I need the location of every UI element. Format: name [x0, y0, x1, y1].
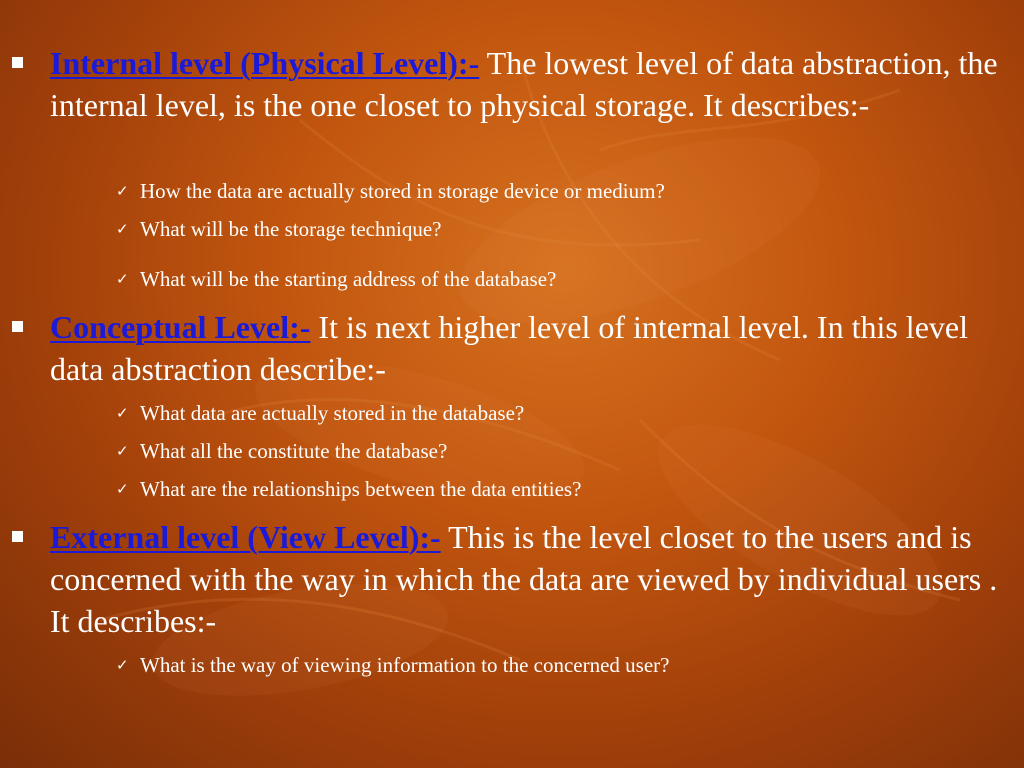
checkmark-icon: ✓ — [116, 442, 129, 460]
slide: Internal level (Physical Level):- The lo… — [0, 0, 1024, 768]
sub-item-text: What will be the storage technique? — [140, 217, 442, 241]
sub-list-internal-level: ✓ How the data are actually stored in st… — [116, 172, 1000, 298]
sub-item-text: What all the constitute the database? — [140, 439, 448, 463]
heading-internal-level: Internal level (Physical Level):- — [50, 45, 480, 81]
checkmark-icon: ✓ — [116, 270, 129, 288]
checkmark-icon: ✓ — [116, 656, 129, 674]
square-bullet-icon — [12, 321, 23, 332]
heading-external-level: External level (View Level):- — [50, 519, 441, 555]
sub-item: ✓ What will be the storage technique? — [116, 210, 1000, 248]
checkmark-icon: ✓ — [116, 480, 129, 498]
sub-item: ✓ What is the way of viewing information… — [116, 646, 1000, 684]
sub-item-text: What are the relationships between the d… — [140, 477, 582, 501]
sub-list-conceptual-level: ✓ What data are actually stored in the d… — [116, 394, 1000, 508]
sub-list-external-level: ✓ What is the way of viewing information… — [116, 646, 1000, 684]
sub-item-text: What will be the starting address of the… — [140, 267, 557, 291]
square-bullet-icon — [12, 531, 23, 542]
bullet-internal-level: Internal level (Physical Level):- The lo… — [12, 42, 1005, 126]
sub-item-text: What is the way of viewing information t… — [140, 653, 670, 677]
sub-item: ✓ What data are actually stored in the d… — [116, 394, 1000, 432]
square-bullet-icon — [12, 57, 23, 68]
checkmark-icon: ✓ — [116, 220, 129, 238]
sub-item: ✓ What all the constitute the database? — [116, 432, 1000, 470]
checkmark-icon: ✓ — [116, 182, 129, 200]
bullet-conceptual-level: Conceptual Level:- It is next higher lev… — [12, 306, 1005, 390]
checkmark-icon: ✓ — [116, 404, 129, 422]
sub-item: ✓ What will be the starting address of t… — [116, 260, 1000, 298]
heading-conceptual-level: Conceptual Level:- — [50, 309, 311, 345]
sub-item-text: How the data are actually stored in stor… — [140, 179, 665, 203]
bullet-external-level: External level (View Level):- This is th… — [12, 516, 1005, 642]
sub-item: ✓ How the data are actually stored in st… — [116, 172, 1000, 210]
sub-item-text: What data are actually stored in the dat… — [140, 401, 525, 425]
sub-item: ✓ What are the relationships between the… — [116, 470, 1000, 508]
